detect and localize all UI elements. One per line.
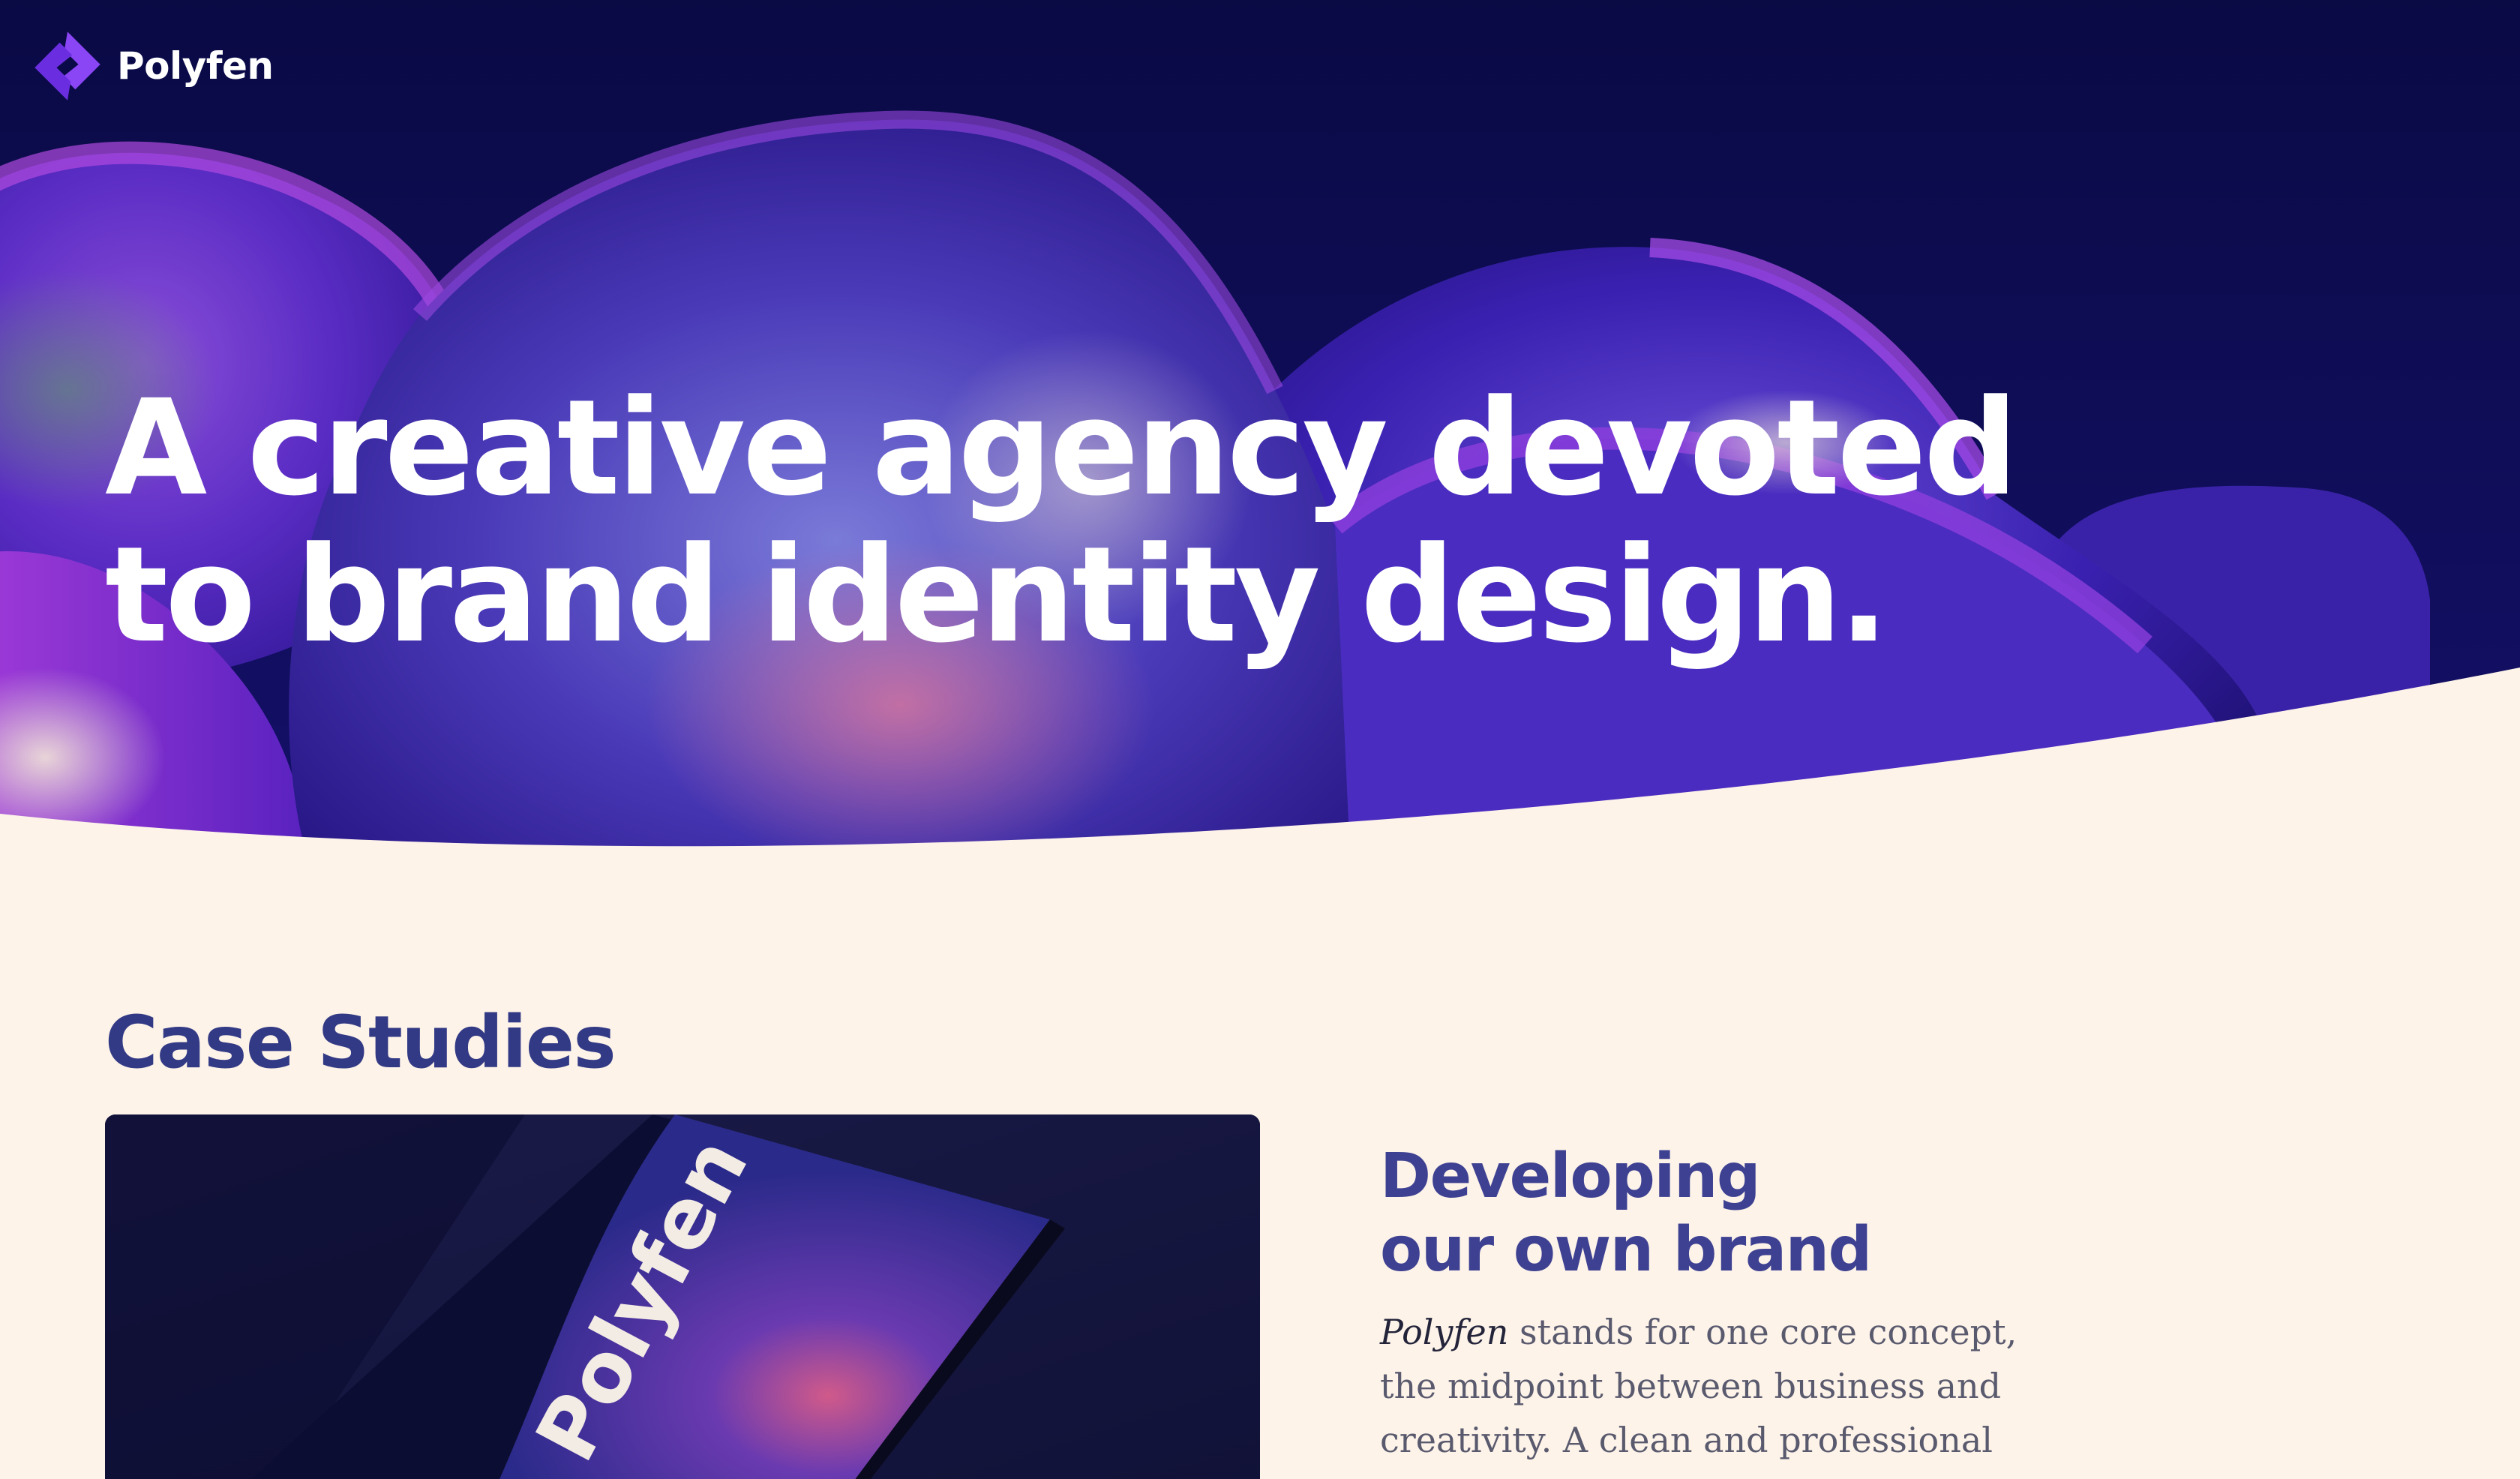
case-study-title-line-2: our own brand — [1380, 1214, 1872, 1286]
hero-headline: A creative agency devoted to brand ident… — [105, 371, 2018, 672]
hero-headline-line-2: to brand identity design. — [105, 518, 1889, 672]
brand-name: Polyfen — [117, 44, 274, 88]
polyfen-diamond-logo-icon — [34, 32, 100, 100]
case-study-title[interactable]: Developing our own brand — [1380, 1140, 1872, 1287]
hero-section: Polyfen A creative agency devoted to bra… — [0, 0, 2520, 885]
case-study-title-line-1: Developing — [1380, 1141, 1761, 1212]
brand-logo-link[interactable]: Polyfen — [28, 27, 274, 105]
case-study-description-brand: Polyfen — [1380, 1312, 1509, 1352]
hero-headline-line-1: A creative agency devoted — [105, 371, 2018, 525]
case-study-description: Polyfen stands for one core concept, the… — [1380, 1305, 2040, 1467]
case-studies-heading: Case Studies — [105, 1000, 616, 1084]
case-study-card-image[interactable]: Polyfen — [105, 1114, 1260, 1479]
case-study-preview-image: Polyfen — [105, 1114, 1260, 1479]
